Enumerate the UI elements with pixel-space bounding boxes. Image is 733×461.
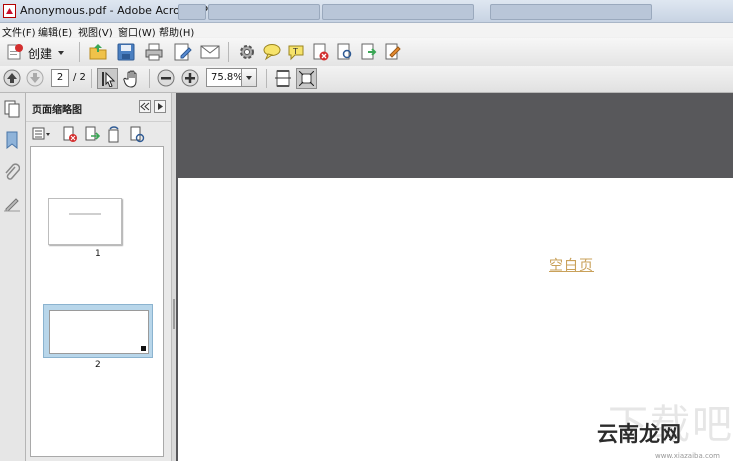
gear-icon[interactable] xyxy=(237,42,257,62)
menu-edit[interactable]: 编辑(E) xyxy=(38,24,72,39)
main-toolbar: 创建 T xyxy=(0,38,733,67)
insert-page-icon[interactable] xyxy=(84,126,100,143)
page-number-input[interactable]: 2 xyxy=(51,69,69,87)
page-search-icon[interactable] xyxy=(335,42,355,62)
thumbnail-list: 1 2 xyxy=(30,146,164,457)
page-properties-icon[interactable] xyxy=(129,126,145,143)
watermark-text: 云南龙网 xyxy=(597,422,681,446)
zoom-out-icon[interactable] xyxy=(157,69,175,87)
page-thumbnail-2-selected[interactable] xyxy=(43,304,153,358)
save-icon[interactable] xyxy=(116,42,136,62)
zoom-dropdown-button[interactable] xyxy=(241,68,257,87)
panel-title: 页面缩略图 xyxy=(32,105,82,116)
fit-page-button[interactable] xyxy=(296,68,317,89)
menu-help[interactable]: 帮助(H) xyxy=(159,24,194,39)
panel-options-button[interactable] xyxy=(154,100,166,113)
comment-icon[interactable] xyxy=(262,42,282,62)
fit-width-icon[interactable] xyxy=(274,69,292,88)
rotate-page-icon[interactable] xyxy=(106,126,122,143)
thumbnail-options-icon[interactable] xyxy=(32,127,52,141)
print-icon[interactable] xyxy=(144,42,164,62)
splitter-grip xyxy=(173,299,175,329)
text-highlight-icon[interactable]: T xyxy=(287,42,307,62)
delete-page-icon[interactable] xyxy=(62,126,78,143)
panel-toolbar xyxy=(26,121,171,146)
email-icon[interactable] xyxy=(200,43,220,61)
svg-text:T: T xyxy=(292,47,298,56)
delete-pages-icon[interactable] xyxy=(311,42,331,62)
chevron-down-icon xyxy=(58,51,64,55)
triangle-right-icon xyxy=(158,103,163,110)
viewport-marker xyxy=(141,346,146,351)
page-total: / 2 xyxy=(73,72,86,83)
page-thumbnail-1[interactable] xyxy=(48,198,122,245)
zoom-in-icon[interactable] xyxy=(181,69,199,87)
signature-pen-icon[interactable] xyxy=(3,194,21,212)
menu-bar: 文件(F) 编辑(E) 视图(V) 窗口(W) 帮助(H) xyxy=(0,23,733,39)
cursor-arrow-icon xyxy=(101,71,115,87)
acrobat-app-icon xyxy=(3,4,16,18)
insert-page-icon[interactable] xyxy=(359,42,379,62)
select-tool-button[interactable] xyxy=(97,68,118,89)
hand-tool-icon[interactable] xyxy=(123,69,141,88)
thumbnail-text-line xyxy=(69,213,101,215)
fit-page-icon xyxy=(299,71,314,86)
thumbnail-label: 2 xyxy=(95,360,101,370)
sign-document-icon[interactable] xyxy=(383,42,403,62)
menu-view[interactable]: 视图(V) xyxy=(78,24,113,39)
navigation-pane-rail xyxy=(0,93,26,461)
watermark-url: www.xiazaiba.com xyxy=(655,452,720,460)
create-icon xyxy=(7,44,23,60)
open-folder-icon[interactable] xyxy=(88,42,108,62)
page-thumbnails-panel: 页面缩略图 1 2 xyxy=(26,93,171,461)
menu-file[interactable]: 文件(F) xyxy=(2,24,36,39)
collapse-panel-button[interactable] xyxy=(139,100,151,113)
double-chevron-left-icon xyxy=(140,102,150,111)
page-thumbnail-2 xyxy=(49,310,149,354)
navigation-toolbar: 2 / 2 75.8% xyxy=(0,66,733,93)
blank-page-link[interactable]: 空白页 xyxy=(549,255,594,275)
menu-window[interactable]: 窗口(W) xyxy=(118,24,156,39)
panel-header: 页面缩略图 xyxy=(26,93,171,121)
attachment-paperclip-icon[interactable] xyxy=(4,163,20,183)
create-label: 创建 xyxy=(28,47,53,61)
create-button[interactable]: 创建 xyxy=(3,41,67,63)
thumbnail-label: 1 xyxy=(95,249,101,259)
taskbar-tabs xyxy=(172,2,733,20)
next-page-icon[interactable] xyxy=(26,69,44,87)
title-bar: Anonymous.pdf - Adobe Acrobat Pro xyxy=(0,0,733,23)
page-thumbnails-icon[interactable] xyxy=(4,100,20,118)
bookmark-icon[interactable] xyxy=(5,131,19,149)
previous-page-icon[interactable] xyxy=(3,69,21,87)
edit-document-icon[interactable] xyxy=(173,42,193,62)
